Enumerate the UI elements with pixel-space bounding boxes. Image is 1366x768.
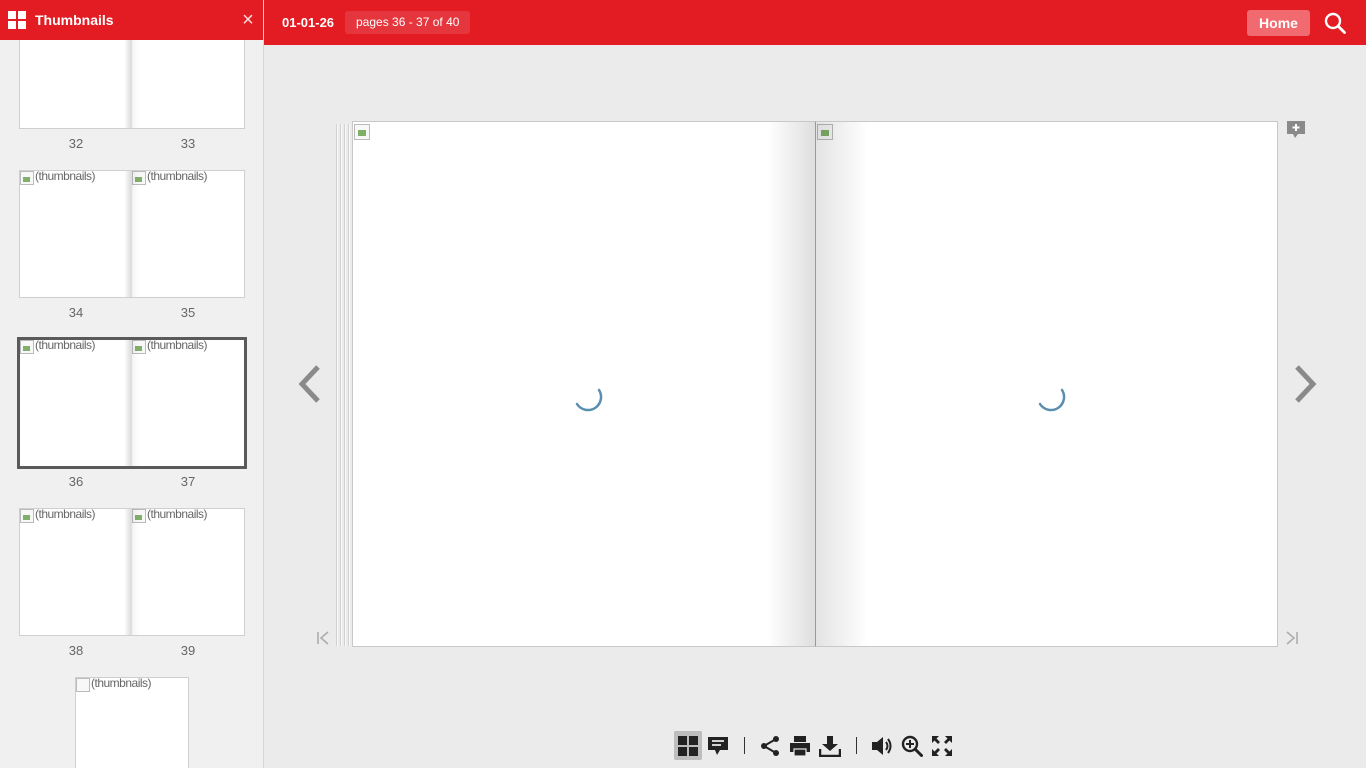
thumbnail-alt-text: (thumbnails) bbox=[147, 507, 208, 521]
book-page-right[interactable] bbox=[815, 121, 1278, 647]
add-note-icon[interactable] bbox=[1287, 121, 1305, 139]
speaker-icon bbox=[872, 736, 892, 755]
broken-image-icon bbox=[20, 340, 34, 354]
fullscreen-icon bbox=[932, 735, 952, 756]
thumbnail-page-40[interactable]: (thumbnails) bbox=[75, 676, 189, 768]
notes-icon bbox=[708, 736, 728, 755]
thumbnail-page-number: 34 bbox=[68, 305, 84, 320]
home-button[interactable]: Home bbox=[1247, 10, 1310, 36]
thumbnail-alt-text: (thumbnails) bbox=[35, 169, 96, 183]
loading-spinner-icon bbox=[1038, 388, 1066, 412]
page-indicator: pages 36 - 37 of 40 bbox=[345, 11, 471, 34]
thumbnail-page-number: 37 bbox=[180, 474, 196, 489]
sidebar-title: Thumbnails bbox=[35, 12, 114, 28]
thumbnail-spread-32-33[interactable] bbox=[19, 40, 245, 129]
thumbnail-page-number: 38 bbox=[68, 643, 84, 658]
print-button[interactable] bbox=[786, 731, 814, 760]
thumbnail-page-number: 32 bbox=[68, 136, 84, 151]
notes-button[interactable] bbox=[704, 731, 732, 760]
next-page-arrow-icon[interactable] bbox=[1294, 364, 1318, 404]
page-stack-edge bbox=[336, 124, 338, 646]
thumbnail-spread-36-37[interactable]: (thumbnails) (thumbnails) bbox=[17, 337, 247, 469]
grid-icon bbox=[678, 735, 698, 756]
thumbnail-spread-38-39[interactable]: (thumbnails) (thumbnails) bbox=[19, 507, 245, 636]
fullscreen-button[interactable] bbox=[928, 731, 956, 760]
share-button[interactable] bbox=[756, 731, 784, 760]
thumbnails-sidebar: Thumbnails × 32 33 (thumbnails) (thumbna… bbox=[0, 0, 264, 768]
page-stack-edge bbox=[348, 124, 350, 646]
search-icon[interactable] bbox=[1324, 12, 1346, 34]
top-bar: 01-01-26 pages 36 - 37 of 40 Home bbox=[264, 0, 1366, 45]
page-stack-edge bbox=[340, 124, 342, 646]
thumbnail-page-number: 35 bbox=[180, 305, 196, 320]
document-date: 01-01-26 bbox=[282, 15, 335, 30]
sound-button[interactable] bbox=[868, 731, 896, 760]
thumbnail-alt-text: (thumbnails) bbox=[91, 676, 152, 690]
toolbar-separator bbox=[856, 737, 857, 754]
book-page-left[interactable] bbox=[352, 121, 815, 647]
last-page-icon[interactable] bbox=[1285, 630, 1299, 646]
zoom-button[interactable] bbox=[898, 731, 926, 760]
sidebar-header: Thumbnails × bbox=[0, 0, 263, 40]
thumbnail-page-number: 33 bbox=[180, 136, 196, 151]
zoom-in-icon bbox=[901, 735, 923, 757]
thumbnail-page-number: 39 bbox=[180, 643, 196, 658]
first-page-icon[interactable] bbox=[316, 630, 330, 646]
download-button[interactable] bbox=[816, 731, 844, 760]
page-stack-edge bbox=[344, 124, 346, 646]
grid-icon bbox=[8, 11, 26, 29]
download-icon bbox=[819, 735, 841, 757]
close-icon[interactable]: × bbox=[238, 10, 258, 30]
broken-image-icon bbox=[20, 171, 34, 185]
thumbnail-alt-text: (thumbnails) bbox=[35, 338, 96, 352]
thumbnail-spread-34-35[interactable]: (thumbnails) (thumbnails) bbox=[19, 169, 245, 298]
thumbnail-list[interactable]: 32 33 (thumbnails) (thumbnails) 34 35 (t… bbox=[0, 40, 263, 768]
thumbnail-page-number: 36 bbox=[68, 474, 84, 489]
thumbnail-alt-text: (thumbnails) bbox=[147, 338, 208, 352]
broken-image-icon bbox=[20, 509, 34, 523]
broken-image-icon bbox=[354, 124, 370, 140]
previous-page-arrow-icon[interactable] bbox=[297, 364, 321, 404]
toolbar-separator bbox=[744, 737, 745, 754]
thumbnails-toggle-button[interactable] bbox=[674, 731, 702, 760]
print-icon bbox=[790, 735, 810, 757]
share-icon bbox=[761, 735, 779, 756]
thumbnail-alt-text: (thumbnails) bbox=[35, 507, 96, 521]
broken-image-icon bbox=[76, 678, 90, 692]
loading-spinner-icon bbox=[575, 388, 603, 412]
thumbnail-alt-text: (thumbnails) bbox=[147, 169, 208, 183]
